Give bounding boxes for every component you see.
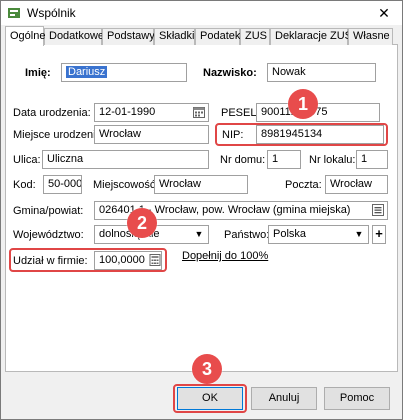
tab-zus[interactable]: ZUS (240, 28, 270, 45)
dopelnij-link[interactable]: Dopełnij do 100% (182, 250, 268, 262)
panstwo-dropdown-icon[interactable]: ▼ (351, 226, 367, 243)
list-picker-icon[interactable] (372, 204, 384, 216)
tab-skladki[interactable]: Składki (154, 28, 195, 45)
miejscowosc-input[interactable]: Wrocław (154, 175, 248, 194)
dialog-window: Wspólnik ✕ Ogólne Dodatkowe Podstawy Skł… (0, 0, 403, 420)
wojewodztwo-label: Województwo: (13, 229, 84, 241)
ok-highlight (173, 384, 247, 413)
close-icon: ✕ (378, 5, 390, 21)
data-urodzenia-label: Data urodzenia: (13, 107, 91, 119)
app-icon (8, 8, 20, 18)
imie-input[interactable]: Dariusz (61, 63, 187, 82)
miejsce-urodzenia-input[interactable]: Wrocław (94, 125, 209, 144)
ulica-input[interactable]: Uliczna (42, 150, 209, 169)
nr-domu-label: Nr domu: (220, 154, 266, 166)
title-bar: Wspólnik ✕ (1, 1, 402, 25)
pesel-label: PESEL: (221, 107, 260, 119)
add-country-button[interactable]: + (372, 225, 386, 244)
step-badge-1: 1 (288, 89, 318, 119)
tab-wlasne[interactable]: Własne (348, 28, 393, 45)
plus-icon: + (375, 226, 383, 241)
nr-lokalu-input[interactable]: 1 (356, 150, 388, 169)
tab-podatek[interactable]: Podatek (195, 28, 240, 45)
step-badge-3: 3 (192, 354, 222, 384)
panstwo-label: Państwo: (224, 229, 270, 241)
kod-label: Kod: (13, 179, 36, 191)
gmina-label: Gmina/powiat: (13, 205, 84, 217)
imie-label: Imię: (25, 67, 51, 79)
tab-deklaracje-zus[interactable]: Deklaracje ZUS (270, 28, 352, 45)
tab-podstawy[interactable]: Podstawy (102, 28, 155, 45)
pesel-input[interactable]: 90011216575 (256, 103, 380, 122)
nip-highlight (215, 123, 388, 146)
imie-value: Dariusz (66, 66, 108, 78)
udzial-highlight (9, 248, 167, 272)
wojewodztwo-dropdown-icon[interactable]: ▼ (191, 226, 207, 243)
nazwisko-input[interactable]: Nowak (267, 63, 376, 82)
general-tab-panel: Imię: Dariusz Nazwisko: Nowak Data urodz… (5, 45, 398, 372)
close-button[interactable]: ✕ (366, 1, 402, 25)
tab-ogolne[interactable]: Ogólne (5, 26, 45, 46)
miejscowosc-label: Miejscowość: (93, 179, 159, 191)
calendar-icon[interactable] (193, 106, 205, 118)
step-badge-2: 2 (127, 208, 157, 238)
pomoc-button[interactable]: Pomoc (324, 387, 390, 410)
anuluj-button[interactable]: Anuluj (251, 387, 317, 410)
poczta-label: Poczta: (285, 179, 322, 191)
nazwisko-label: Nazwisko: (203, 67, 257, 79)
nr-domu-input[interactable]: 1 (267, 150, 301, 169)
window-title: Wspólnik (27, 6, 76, 20)
kod-input[interactable]: 50-000 (43, 175, 82, 194)
nr-lokalu-label: Nr lokalu: (309, 154, 356, 166)
data-urodzenia-value: 12-01-1990 (99, 106, 156, 118)
ulica-label: Ulica: (13, 154, 41, 166)
poczta-input[interactable]: Wrocław (325, 175, 388, 194)
miejsce-urodzenia-label: Miejsce urodzenia: (13, 129, 105, 141)
tab-bar: Ogólne Dodatkowe Podstawy Składki Podate… (5, 26, 398, 46)
data-urodzenia-input[interactable]: 12-01-1990 (94, 103, 209, 122)
tab-dodatkowe[interactable]: Dodatkowe (44, 28, 104, 45)
